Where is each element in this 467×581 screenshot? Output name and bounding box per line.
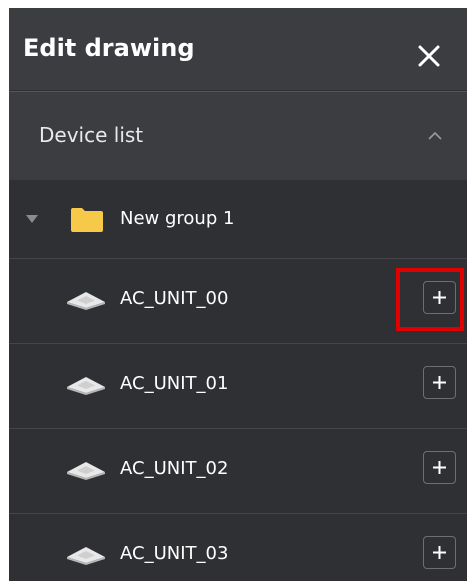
list-item[interactable]: AC_UNIT_00 (9, 259, 467, 344)
plus-icon (433, 376, 446, 389)
add-device-button[interactable] (423, 451, 456, 484)
add-device-button[interactable] (423, 536, 456, 569)
list-item[interactable]: AC_UNIT_02 (9, 429, 467, 514)
ceiling-cassette-ac-icon (67, 547, 105, 565)
plus-icon (433, 461, 446, 474)
device-label: AC_UNIT_02 (120, 458, 229, 479)
ceiling-cassette-ac-icon (67, 292, 105, 310)
device-label: AC_UNIT_01 (120, 373, 229, 394)
collapse-button[interactable] (425, 126, 445, 146)
folder-icon (71, 208, 103, 232)
panel-header: Edit drawing (9, 8, 467, 90)
chevron-up-icon (428, 131, 442, 140)
close-button[interactable] (413, 40, 445, 72)
caret-down-icon[interactable] (26, 214, 38, 224)
group-label: New group 1 (120, 208, 235, 229)
add-device-button[interactable] (423, 281, 456, 314)
plus-icon (433, 546, 446, 559)
add-device-button[interactable] (423, 366, 456, 399)
device-label: AC_UNIT_00 (120, 288, 229, 309)
group-row[interactable]: New group 1 (9, 180, 467, 259)
ceiling-cassette-ac-icon (67, 377, 105, 395)
plus-icon (433, 291, 446, 304)
device-list: New group 1 AC_UNIT_00 AC_UNIT_01 AC_UNI… (9, 180, 467, 581)
panel-title: Edit drawing (23, 34, 195, 62)
device-list-header[interactable]: Device list (9, 91, 467, 180)
ceiling-cassette-ac-icon (67, 462, 105, 480)
close-icon (418, 45, 440, 67)
list-item[interactable]: AC_UNIT_03 (9, 514, 467, 581)
list-item[interactable]: AC_UNIT_01 (9, 344, 467, 429)
edit-drawing-panel: Edit drawing Device list New group 1 AC_… (9, 8, 467, 581)
device-list-title: Device list (39, 123, 144, 147)
device-label: AC_UNIT_03 (120, 543, 229, 564)
